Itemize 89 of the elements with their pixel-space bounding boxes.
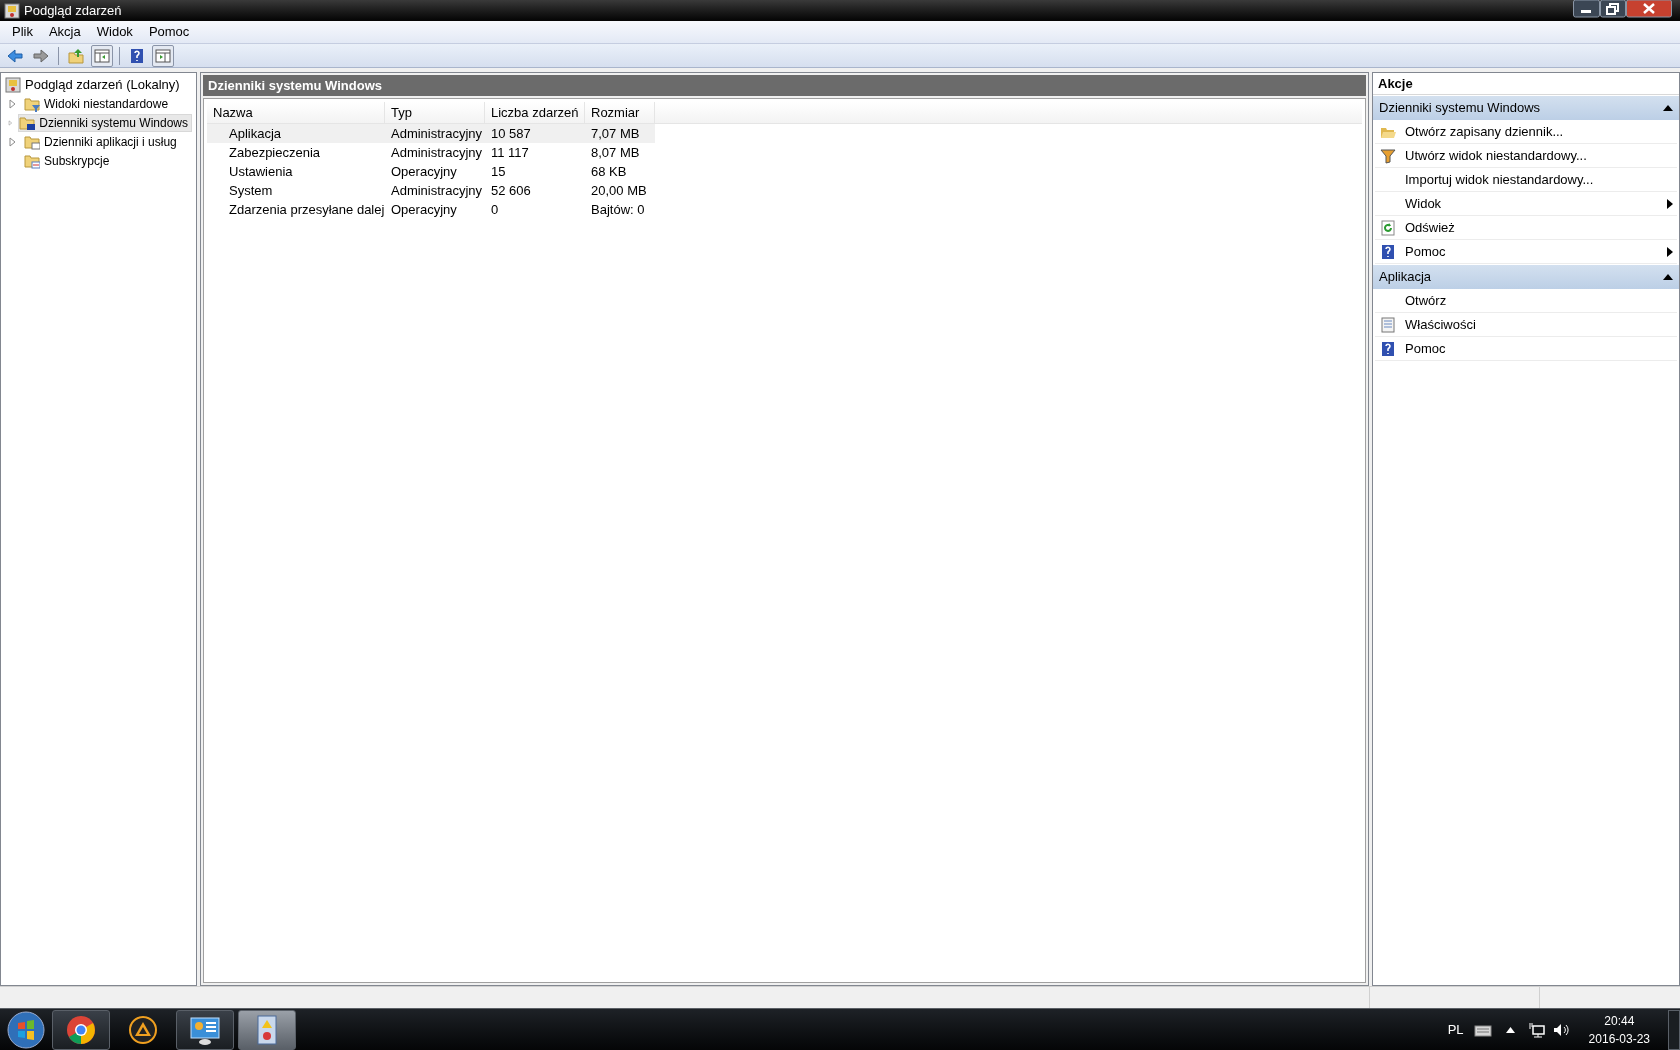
table-cell-text: Aplikacja: [229, 124, 282, 143]
submenu-arrow-icon: [1667, 246, 1673, 257]
table-row[interactable]: Zabezpieczenia Administracyjny 11 117 8,07 MB: [207, 143, 655, 162]
properties-icon: [1380, 316, 1396, 333]
action-item[interactable]: Otwórz zapisany dziennik...: [1375, 120, 1677, 144]
folder-icon: [24, 153, 40, 169]
table-row[interactable]: Zdarzenia przesyłane dalej Operacyjny 0 Bajtów: 0: [207, 200, 655, 219]
help-icon: [129, 47, 145, 64]
help-icon: [1380, 340, 1396, 357]
table-cell-text: Administracyjny: [391, 181, 483, 200]
action-item[interactable]: Odśwież: [1375, 216, 1677, 240]
table-cell-text: 52 606: [491, 181, 531, 200]
section-header[interactable]: Aplikacja: [1373, 265, 1679, 289]
table-row[interactable]: System Administracyjny 52 606 20,00 MB: [207, 181, 655, 200]
back-arrow-icon: [7, 47, 23, 64]
table-cell-text: Zabezpieczenia: [229, 143, 321, 162]
close-button[interactable]: [1626, 0, 1672, 18]
tree-item[interactable]: Subskrypcje: [23, 152, 114, 170]
table-row[interactable]: Aplikacja Administracyjny 10 587 7,07 MB: [207, 124, 655, 143]
folder-icon: [19, 115, 36, 131]
table-cell-text: Ustawienia: [229, 162, 293, 181]
window-title: Podgląd zdarzeń: [24, 1, 122, 20]
minimize-button[interactable]: [1573, 0, 1600, 18]
forward-arrow-icon: [33, 47, 49, 64]
table-cell-text: 15: [491, 162, 506, 181]
help-icon: [1380, 243, 1396, 260]
table-row[interactable]: Ustawienia Operacyjny 15 68 KB: [207, 162, 655, 181]
table-cell-text: Operacyjny: [391, 162, 457, 181]
pane-icon: [155, 47, 171, 64]
toolbar-button[interactable]: [152, 44, 174, 67]
clock[interactable]: 20:44 2016-03-23: [1588, 1011, 1650, 1048]
action-item[interactable]: Widok: [1375, 192, 1677, 216]
column-header[interactable]: Liczba zdarzeń: [485, 102, 585, 123]
column-header[interactable]: Nazwa: [207, 102, 385, 123]
table-cell-text: Zdarzenia przesyłane dalej: [229, 200, 385, 219]
folder-icon: [24, 134, 40, 150]
folder-up-icon: [68, 47, 84, 64]
table-cell-text: Administracyjny: [391, 143, 483, 162]
submenu-arrow-icon: [1667, 198, 1673, 209]
menu-item[interactable]: Widok: [88, 20, 141, 44]
column-header[interactable]: Rozmiar: [585, 102, 655, 123]
table-cell-text: 11 117: [491, 143, 529, 162]
action-item[interactable]: Utwórz widok niestandardowy...: [1375, 144, 1677, 168]
table-cell-text: 20,00 MB: [591, 181, 647, 200]
menu-item[interactable]: Plik: [4, 20, 41, 44]
table-cell-text: Operacyjny: [391, 200, 457, 219]
show-desktop-button[interactable]: [1668, 1009, 1680, 1050]
tree-item[interactable]: Dzienniki aplikacji i usług: [23, 133, 181, 151]
table-cell-text: Administracyjny: [391, 124, 483, 143]
pane-icon: [94, 47, 110, 64]
column-header[interactable]: Typ: [385, 102, 485, 123]
menu-item[interactable]: Akcja: [40, 20, 89, 44]
action-item[interactable]: Właściwości: [1375, 313, 1677, 337]
tree-item[interactable]: Podgląd zdarzeń (Lokalny): [5, 76, 192, 94]
menu-item[interactable]: Pomoc: [140, 20, 198, 44]
funnel-icon: [1380, 147, 1396, 164]
action-item[interactable]: Pomoc: [1375, 337, 1677, 361]
collapse-arrow-icon[interactable]: [1663, 274, 1673, 280]
pane-title: Akcje: [1373, 73, 1679, 95]
action-item[interactable]: Importuj widok niestandardowy...: [1375, 168, 1677, 192]
browser-icon: [65, 1013, 97, 1046]
section-header[interactable]: Dzienniki systemu Windows: [1373, 96, 1679, 120]
action-item[interactable]: Otwórz: [1375, 289, 1677, 313]
table-cell-text: 10 587: [491, 124, 531, 143]
table-cell-text: 8,07 MB: [591, 143, 640, 162]
app-icon: [4, 2, 20, 19]
pane-title: Dzienniki systemu Windows: [203, 75, 1366, 96]
network-icon[interactable]: [1528, 1021, 1545, 1038]
toolbar-button[interactable]: [91, 44, 113, 67]
show-hidden-icons-button[interactable]: [1505, 1026, 1515, 1033]
table-cell-text: 0: [491, 200, 499, 219]
keyboard-icon[interactable]: [1473, 1022, 1492, 1037]
action-item[interactable]: Pomoc: [1375, 240, 1677, 264]
restore-button[interactable]: [1600, 0, 1626, 18]
refresh-icon: [1380, 219, 1396, 236]
folder-icon: [24, 96, 40, 112]
taskbar-button[interactable]: [176, 1009, 234, 1050]
table-cell-text: Bajtów: 0: [591, 200, 645, 219]
table-cell-text: 7,07 MB: [591, 124, 640, 143]
start-button[interactable]: [4, 1009, 48, 1050]
collapse-arrow-icon[interactable]: [1663, 105, 1673, 111]
tree-item[interactable]: Widoki niestandardowe: [23, 95, 173, 113]
taskbar-button[interactable]: [238, 1009, 296, 1050]
event-log-icon: [5, 77, 21, 93]
table-cell-text: 68 KB: [591, 162, 627, 181]
taskbar-button[interactable]: [52, 1009, 110, 1050]
tree-item[interactable]: Dzienniki systemu Windows: [18, 114, 192, 132]
table-cell-text: System: [229, 181, 273, 200]
language-indicator[interactable]: PL: [1447, 1019, 1464, 1040]
